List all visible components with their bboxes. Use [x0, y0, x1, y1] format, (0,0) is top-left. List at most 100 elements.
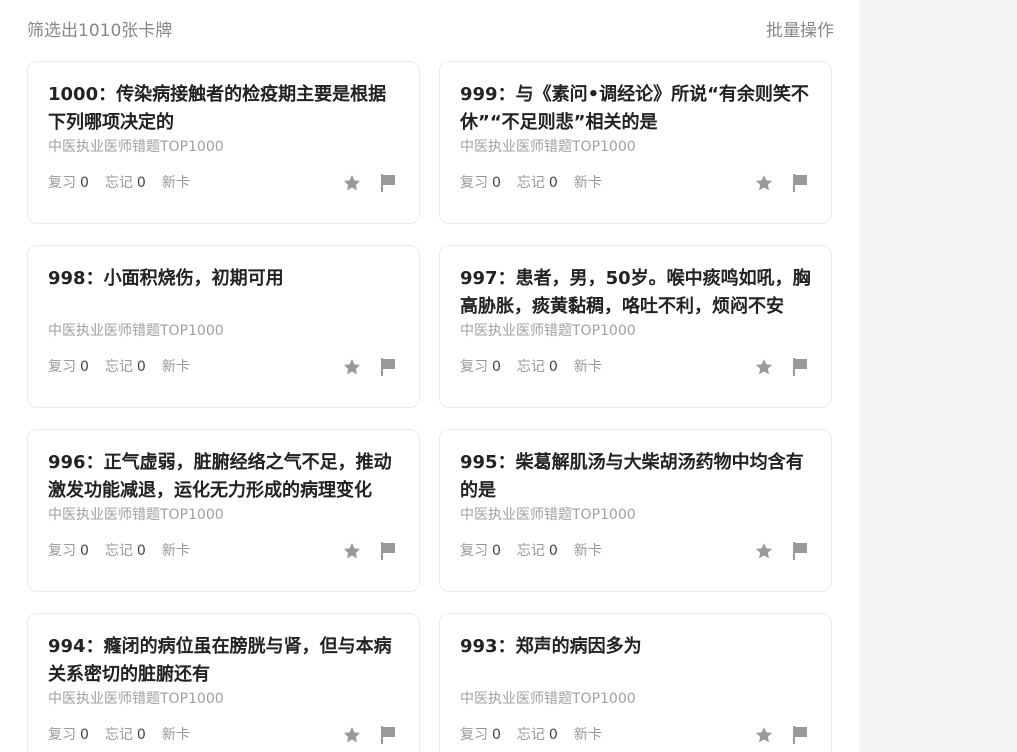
review-stat: 复习 0 [460, 539, 501, 563]
card-deck-name: 中医执业医师错题TOP1000 [460, 691, 636, 707]
card-deck-name: 中医执业医师错题TOP1000 [460, 323, 636, 339]
review-count: 0 [80, 175, 89, 191]
flashcard[interactable]: 996：正气虚弱，脏腑经络之气不足，推动激发功能减退，运化无力形成的病理变化中医… [27, 429, 420, 592]
review-count: 0 [80, 359, 89, 375]
flashcard[interactable]: 994：癃闭的病位虽在膀胱与肾，但与本病关系密切的脏腑还有中医执业医师错题TOP… [27, 613, 420, 752]
review-count: 0 [492, 175, 501, 191]
card-footer: 复习 0 忘记 0 新卡 [48, 723, 400, 747]
card-title: 999：与《素问•调经论》所说“有余则笑不休”“不足则悲”相关的是 [460, 84, 809, 133]
page: 筛选出1010张卡牌 批量操作 1000：传染病接触者的检疫期主要是根据下列哪项… [0, 0, 1017, 752]
card-footer: 复习 0 忘记 0 新卡 [48, 539, 400, 563]
flag-icon[interactable] [376, 171, 400, 195]
review-label: 复习 [460, 543, 488, 559]
card-title: 996：正气虚弱，脏腑经络之气不足，推动激发功能减退，运化无力形成的病理变化 [48, 452, 392, 501]
card-title: 993：郑声的病因多为 [460, 636, 642, 657]
card-stats: 复习 0 忘记 0 新卡 [48, 171, 206, 195]
flashcard[interactable]: 995：柴葛解肌汤与大柴胡汤药物中均含有的是中医执业医师错题TOP1000 复习 0… [439, 429, 832, 592]
forget-count: 0 [136, 727, 146, 743]
card-footer: 复习 0 忘记 0 新卡 [48, 355, 400, 379]
forget-stat: 忘记 0 [105, 171, 146, 195]
card-title: 997：患者，男，50岁。喉中痰鸣如吼，胸高胁胀，痰黄黏稠，咯吐不利，烦闷不安 [460, 268, 811, 317]
review-stat: 复习 0 [48, 171, 89, 195]
card-title: 998：小面积烧伤，初期可用 [48, 268, 284, 289]
flag-icon[interactable] [788, 539, 812, 563]
review-label: 复习 [48, 543, 76, 559]
card-status-badge: 新卡 [573, 543, 602, 559]
star-icon[interactable] [752, 171, 776, 195]
star-icon[interactable] [752, 723, 776, 747]
flag-icon[interactable] [376, 355, 400, 379]
flag-icon[interactable] [788, 171, 812, 195]
flashcard[interactable]: 1000：传染病接触者的检疫期主要是根据下列哪项决定的 中医执业医师错题TOP10… [27, 61, 420, 224]
star-icon[interactable] [340, 539, 364, 563]
star-icon[interactable] [752, 355, 776, 379]
card-footer: 复习 0 忘记 0 新卡 [460, 539, 812, 563]
review-label: 复习 [460, 175, 488, 191]
card-stats: 复习 0 忘记 0 新卡 [460, 355, 618, 379]
card-stats: 复习 0 忘记 0 新卡 [48, 355, 206, 379]
review-count: 0 [492, 359, 501, 375]
star-icon[interactable] [340, 355, 364, 379]
forget-label: 忘记 [104, 175, 133, 191]
star-icon[interactable] [752, 539, 776, 563]
forget-count: 0 [136, 359, 146, 375]
flashcard[interactable]: 999：与《素问•调经论》所说“有余则笑不休”“不足则悲”相关的是 中医执业医师错… [439, 61, 832, 224]
card-stats: 复习 0 忘记 0 新卡 [460, 539, 618, 563]
flashcard[interactable]: 997：患者，男，50岁。喉中痰鸣如吼，胸高胁胀，痰黄黏稠，咯吐不利，烦闷不安中… [439, 245, 832, 408]
card-deck-name: 中医执业医师错题TOP1000 [460, 507, 636, 523]
card-status-badge: 新卡 [573, 359, 602, 375]
forget-stat: 忘记 0 [517, 539, 558, 563]
card-deck-name: 中医执业医师错题TOP1000 [48, 507, 224, 523]
batch-action-button[interactable]: 批量操作 [766, 18, 834, 44]
card-title: 994：癃闭的病位虽在膀胱与肾，但与本病关系密切的脏腑还有 [48, 636, 392, 685]
card-status-badge: 新卡 [161, 543, 190, 559]
card-title: 995：柴葛解肌汤与大柴胡汤药物中均含有的是 [460, 452, 804, 501]
forget-stat: 忘记 0 [517, 355, 558, 379]
card-footer: 复习 0 忘记 0 新卡 [460, 355, 812, 379]
star-icon[interactable] [340, 171, 364, 195]
right-side-panel [859, 0, 1017, 752]
flashcard[interactable]: 993：郑声的病因多为 中医执业医师错题TOP1000 复习 0 忘记 0 新卡 [439, 613, 832, 752]
review-stat: 复习 0 [460, 355, 501, 379]
card-status-badge: 新卡 [161, 727, 190, 743]
review-label: 复习 [460, 727, 488, 743]
review-stat: 复习 0 [48, 539, 89, 563]
flashcard[interactable]: 998：小面积烧伤，初期可用 中医执业医师错题TOP1000 复习 0 忘记 0 新卡 [27, 245, 420, 408]
card-footer: 复习 0 忘记 0 新卡 [460, 723, 812, 747]
card-stats: 复习 0 忘记 0 新卡 [460, 171, 618, 195]
forget-count: 0 [548, 727, 558, 743]
forget-count: 0 [548, 359, 558, 375]
review-count: 0 [492, 543, 501, 559]
review-count: 0 [492, 727, 501, 743]
card-title: 1000：传染病接触者的检疫期主要是根据下列哪项决定的 [48, 84, 387, 133]
review-label: 复习 [48, 359, 76, 375]
card-actions [752, 171, 812, 195]
card-actions [340, 171, 400, 195]
card-status-badge: 新卡 [573, 175, 602, 191]
star-icon[interactable] [340, 723, 364, 747]
flag-icon[interactable] [376, 539, 400, 563]
flag-icon[interactable] [788, 355, 812, 379]
filter-count-label: 筛选出1010张卡牌 [27, 21, 173, 41]
forget-stat: 忘记 0 [105, 539, 146, 563]
review-stat: 复习 0 [460, 723, 501, 747]
card-actions [752, 723, 812, 747]
forget-label: 忘记 [104, 543, 133, 559]
card-deck-name: 中医执业医师错题TOP1000 [48, 323, 224, 339]
card-deck-name: 中医执业医师错题TOP1000 [48, 691, 224, 707]
card-status-badge: 新卡 [573, 727, 602, 743]
forget-count: 0 [136, 175, 146, 191]
card-actions [752, 539, 812, 563]
card-stats: 复习 0 忘记 0 新卡 [460, 723, 618, 747]
flag-icon[interactable] [788, 723, 812, 747]
card-status-badge: 新卡 [161, 359, 190, 375]
card-stats: 复习 0 忘记 0 新卡 [48, 723, 206, 747]
flag-icon[interactable] [376, 723, 400, 747]
card-actions [340, 723, 400, 747]
forget-label: 忘记 [516, 727, 545, 743]
forget-stat: 忘记 0 [105, 355, 146, 379]
review-label: 复习 [48, 727, 76, 743]
review-stat: 复习 0 [460, 171, 501, 195]
forget-count: 0 [136, 543, 146, 559]
forget-stat: 忘记 0 [517, 171, 558, 195]
